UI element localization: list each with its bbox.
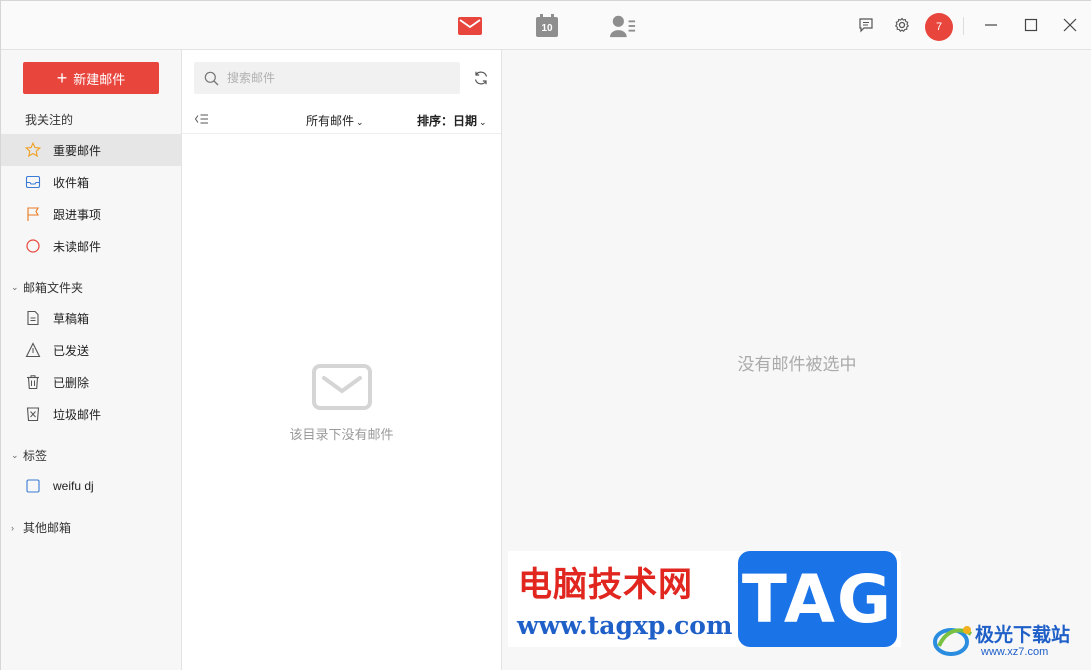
spam-icon bbox=[25, 406, 41, 422]
search-icon bbox=[204, 71, 219, 85]
sidebar-item-deleted[interactable]: 已删除 bbox=[1, 366, 181, 398]
watermark-site-url: www.tagxp.com bbox=[517, 611, 733, 640]
calendar-day: 10 bbox=[541, 23, 553, 34]
chevron-down-icon: ⌄ bbox=[11, 282, 19, 292]
minimize-icon bbox=[985, 24, 997, 26]
tab-calendar[interactable]: 10 bbox=[534, 13, 560, 39]
message-icon bbox=[859, 18, 873, 33]
app-window: 10 7 + 新建邮件 我关注的 重要邮件 收件箱 跟进事项 未读邮件 ⌄ 邮箱… bbox=[0, 0, 1091, 670]
close-button[interactable] bbox=[1060, 15, 1080, 35]
search-box[interactable] bbox=[194, 62, 460, 94]
no-selection-text: 没有邮件被选中 bbox=[737, 355, 857, 374]
draft-icon bbox=[25, 310, 41, 326]
mail-filter-dropdown[interactable]: 所有邮件 ⌄ bbox=[306, 112, 364, 129]
search-input[interactable] bbox=[227, 71, 447, 85]
empty-mail-icon bbox=[311, 364, 372, 410]
plus-icon: + bbox=[56, 68, 68, 88]
empty-list-state: 该目录下没有邮件 bbox=[182, 364, 501, 443]
sidebar-item-label: 已删除 bbox=[53, 375, 90, 390]
avatar[interactable]: 7 bbox=[925, 13, 953, 41]
tags-title: 标签 bbox=[23, 449, 48, 463]
sidebar-item-label: 草稿箱 bbox=[53, 311, 90, 326]
brand2-title: 极光下载站 bbox=[975, 625, 1071, 646]
star-icon bbox=[25, 142, 41, 158]
sort-label: 排序：日期 bbox=[417, 114, 478, 128]
brand2-url: www.xz7.com bbox=[981, 646, 1049, 658]
sidebar-item-label: 未读邮件 bbox=[53, 239, 102, 254]
other-mailboxes-title: 其他邮箱 bbox=[23, 521, 72, 535]
sidebar-item-label: 跟进事项 bbox=[53, 207, 102, 222]
sidebar-item-drafts[interactable]: 草稿箱 bbox=[1, 302, 181, 334]
compose-label: 新建邮件 bbox=[73, 71, 126, 87]
watermark-site-title: 电脑技术网 bbox=[518, 565, 693, 605]
watermark-tag-logo: TAG bbox=[738, 551, 897, 647]
inbox-icon bbox=[25, 174, 41, 190]
maximize-button[interactable] bbox=[1021, 15, 1041, 35]
sidebar-item-tag-weifu[interactable]: weifu dj bbox=[1, 470, 181, 502]
chevron-down-icon: ⌄ bbox=[479, 117, 487, 127]
mail-filter-label: 所有邮件 bbox=[306, 114, 355, 128]
sidebar-item-spam[interactable]: 垃圾邮件 bbox=[1, 398, 181, 430]
settings-button[interactable] bbox=[892, 15, 912, 35]
empty-list-text: 该目录下没有邮件 bbox=[289, 427, 394, 442]
compose-button[interactable]: + 新建邮件 bbox=[23, 62, 159, 94]
collapse-sidebar-icon[interactable] bbox=[194, 112, 210, 126]
sort-dropdown[interactable]: 排序：日期 ⌄ bbox=[417, 112, 487, 129]
list-filter-bar: 所有邮件 ⌄ 排序：日期 ⌄ bbox=[182, 106, 501, 134]
chevron-down-icon: ⌄ bbox=[11, 450, 19, 460]
sidebar: + 新建邮件 我关注的 重要邮件 收件箱 跟进事项 未读邮件 ⌄ 邮箱文件夹 草… bbox=[1, 50, 182, 670]
chevron-down-icon: ⌄ bbox=[356, 117, 364, 127]
unread-circle-icon bbox=[25, 238, 41, 254]
folders-title: 邮箱文件夹 bbox=[23, 281, 84, 295]
refresh-button[interactable] bbox=[472, 69, 490, 87]
folders-toggle[interactable]: ⌄ 邮箱文件夹 bbox=[11, 279, 83, 296]
sidebar-item-label: weifu dj bbox=[53, 479, 94, 493]
tab-contacts[interactable] bbox=[610, 13, 636, 39]
watermark-brand2: 极光下载站 www.xz7.com bbox=[931, 616, 1089, 668]
favorites-title: 我关注的 bbox=[25, 113, 74, 127]
chevron-right-icon: › bbox=[11, 522, 14, 533]
tag-checkbox-icon bbox=[25, 478, 41, 494]
title-bar: 10 7 bbox=[1, 1, 1091, 50]
sidebar-item-label: 垃圾邮件 bbox=[53, 407, 102, 422]
mail-icon bbox=[458, 17, 482, 35]
trash-icon bbox=[25, 374, 41, 390]
other-mailboxes-toggle[interactable]: › 其他邮箱 bbox=[11, 519, 71, 536]
sidebar-item-important[interactable]: 重要邮件 bbox=[1, 134, 181, 166]
message-list-pane: 所有邮件⌄ 排序：日期⌄ 该目录下没有邮件 bbox=[182, 50, 502, 670]
sent-icon bbox=[25, 342, 41, 358]
feedback-button[interactable] bbox=[856, 15, 876, 35]
close-icon bbox=[1063, 18, 1077, 32]
sidebar-item-label: 重要邮件 bbox=[53, 143, 102, 158]
contacts-icon bbox=[610, 15, 636, 38]
sidebar-item-label: 已发送 bbox=[53, 343, 90, 358]
tab-mail[interactable] bbox=[457, 13, 483, 39]
gear-icon bbox=[894, 17, 910, 32]
maximize-icon bbox=[1024, 18, 1038, 32]
titlebar-divider bbox=[963, 17, 964, 35]
sidebar-item-sent[interactable]: 已发送 bbox=[1, 334, 181, 366]
sidebar-item-unread[interactable]: 未读邮件 bbox=[1, 230, 181, 262]
sidebar-item-inbox[interactable]: 收件箱 bbox=[1, 166, 181, 198]
minimize-button[interactable] bbox=[981, 15, 1001, 35]
flag-icon bbox=[25, 206, 41, 222]
refresh-icon bbox=[474, 71, 488, 85]
sidebar-item-label: 收件箱 bbox=[53, 175, 90, 190]
tags-toggle[interactable]: ⌄ 标签 bbox=[11, 447, 47, 464]
sidebar-item-followup[interactable]: 跟进事项 bbox=[1, 198, 181, 230]
aurora-logo-icon bbox=[933, 626, 973, 656]
